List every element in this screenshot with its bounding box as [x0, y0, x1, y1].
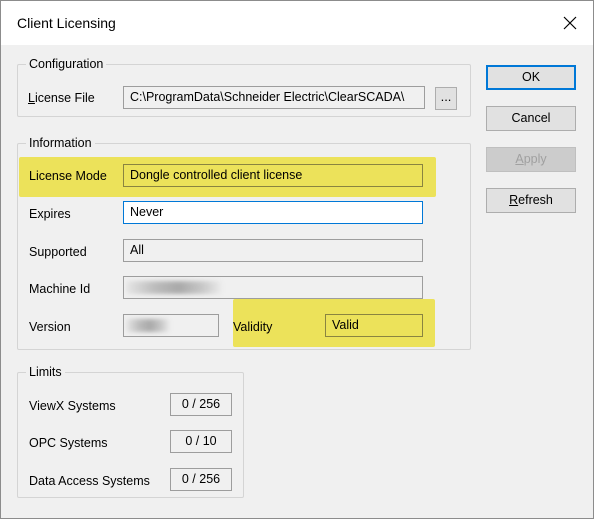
close-button[interactable]	[547, 1, 593, 45]
opc-systems-label: OPC Systems	[29, 436, 108, 450]
refresh-button[interactable]: Refresh	[486, 188, 576, 213]
expires-label: Expires	[29, 207, 71, 221]
validity-highlight: Validity Valid	[233, 299, 435, 347]
license-mode-label: License Mode	[29, 169, 107, 183]
configuration-legend: Configuration	[26, 56, 107, 72]
ok-button[interactable]: OK	[486, 65, 576, 90]
supported-label: Supported	[29, 245, 87, 259]
apply-button[interactable]: Apply	[486, 147, 576, 172]
client-licensing-dialog: Client Licensing Configuration License F…	[0, 0, 594, 519]
license-file-label: License File	[28, 91, 95, 105]
version-redacted	[126, 319, 170, 332]
cancel-button[interactable]: Cancel	[486, 106, 576, 131]
browse-button[interactable]: ...	[435, 87, 457, 110]
license-mode-field[interactable]: Dongle controlled client license	[123, 164, 423, 187]
supported-field[interactable]: All	[123, 239, 423, 262]
data-access-systems-label: Data Access Systems	[29, 474, 150, 488]
license-file-field[interactable]: C:\ProgramData\Schneider Electric\ClearS…	[123, 86, 425, 109]
viewx-systems-field[interactable]: 0 / 256	[170, 393, 232, 416]
title-bar: Client Licensing	[1, 1, 593, 45]
version-field[interactable]	[123, 314, 219, 337]
data-access-systems-field[interactable]: 0 / 256	[170, 468, 232, 491]
close-icon	[563, 16, 577, 30]
license-mode-highlight: License Mode Dongle controlled client li…	[19, 157, 436, 197]
version-label: Version	[29, 320, 71, 334]
validity-field[interactable]: Valid	[325, 314, 423, 337]
machine-id-field[interactable]	[123, 276, 423, 299]
limits-legend: Limits	[26, 364, 65, 380]
expires-field[interactable]: Never	[123, 201, 423, 224]
viewx-systems-label: ViewX Systems	[29, 399, 116, 413]
machine-id-redacted	[126, 281, 222, 294]
opc-systems-field[interactable]: 0 / 10	[170, 430, 232, 453]
information-legend: Information	[26, 135, 95, 151]
window-title: Client Licensing	[17, 15, 116, 31]
machine-id-label: Machine Id	[29, 282, 91, 296]
validity-label: Validity	[233, 320, 273, 334]
